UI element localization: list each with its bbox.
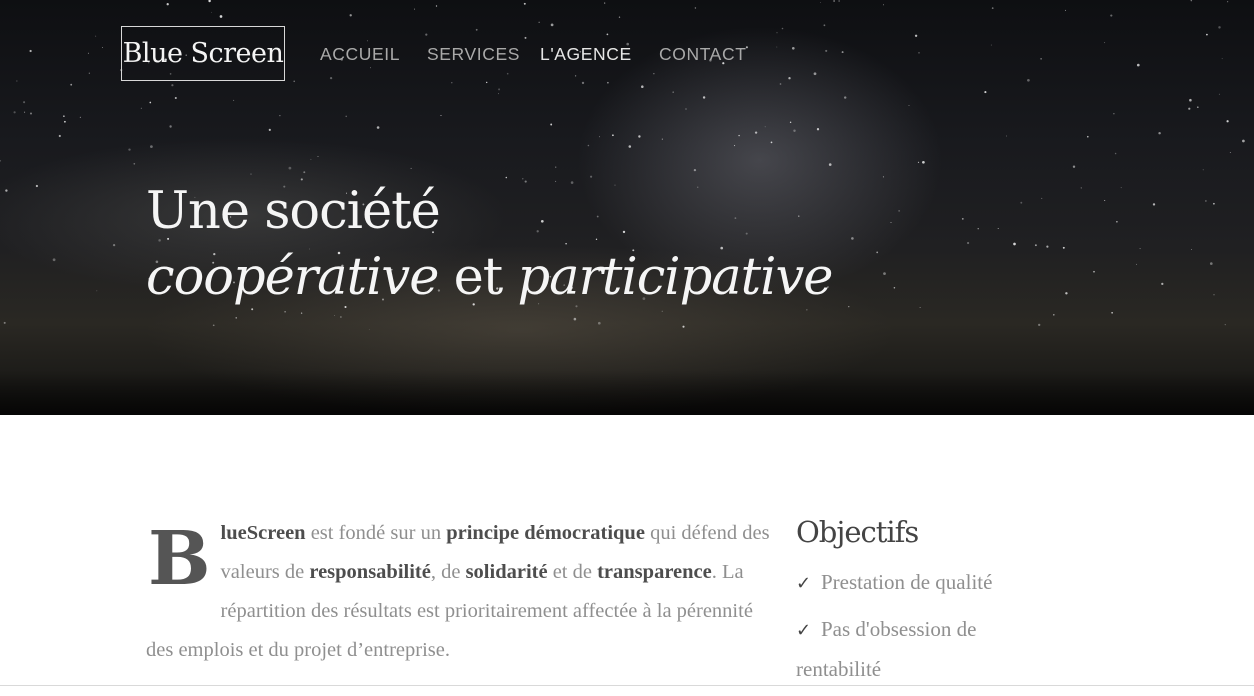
nav-item-accueil[interactable]: ACCUEIL	[320, 43, 400, 65]
hero-word-participative: participative	[517, 248, 834, 307]
nav-item-agence[interactable]: L'AGENCE	[540, 43, 632, 65]
intro-emphasis: responsabilité	[309, 561, 431, 583]
hero-word-cooperative: coopérative	[146, 248, 439, 307]
objective-label: Prestation de qualité	[821, 570, 993, 594]
objective-label: Pas d'obsession de rentabilité	[796, 617, 977, 681]
hero-banner: Blue Screen ACCUEIL SERVICES L'AGENCE CO…	[0, 0, 1254, 415]
intro-emphasis: principe démocratique	[446, 522, 645, 544]
horizon-shade	[0, 370, 1254, 415]
objectives-title: Objectifs	[796, 515, 919, 549]
intro-text: est fondé sur un	[305, 522, 447, 544]
check-icon: ✓	[796, 620, 812, 641]
check-icon: ✓	[796, 573, 812, 594]
intro-brand: lueScreen	[220, 522, 306, 544]
intro-emphasis: solidarité	[465, 561, 548, 583]
nav-item-services[interactable]: SERVICES	[427, 43, 520, 65]
intro-paragraph: BlueScreen est fondé sur un principe dém…	[146, 514, 776, 670]
list-item: ✓ Prestation de qualité	[796, 563, 1056, 603]
hero-title-line2: coopérative et participative	[146, 246, 834, 310]
hero-word-et: et	[438, 248, 518, 307]
intro-text: et de	[547, 561, 598, 583]
brand-logo[interactable]: Blue Screen	[121, 26, 285, 81]
intro-text: , de	[430, 561, 466, 583]
objectives-list: ✓ Prestation de qualité ✓ Pas d'obsession …	[796, 563, 1056, 696]
hero-title-line1: Une société	[146, 182, 441, 241]
list-item: ✓ Pas d'obsession de rentabilité	[796, 610, 1056, 689]
nav-item-contact[interactable]: CONTACT	[659, 43, 746, 65]
intro-emphasis: transparence	[597, 561, 712, 583]
dropcap-letter: B	[148, 516, 211, 602]
